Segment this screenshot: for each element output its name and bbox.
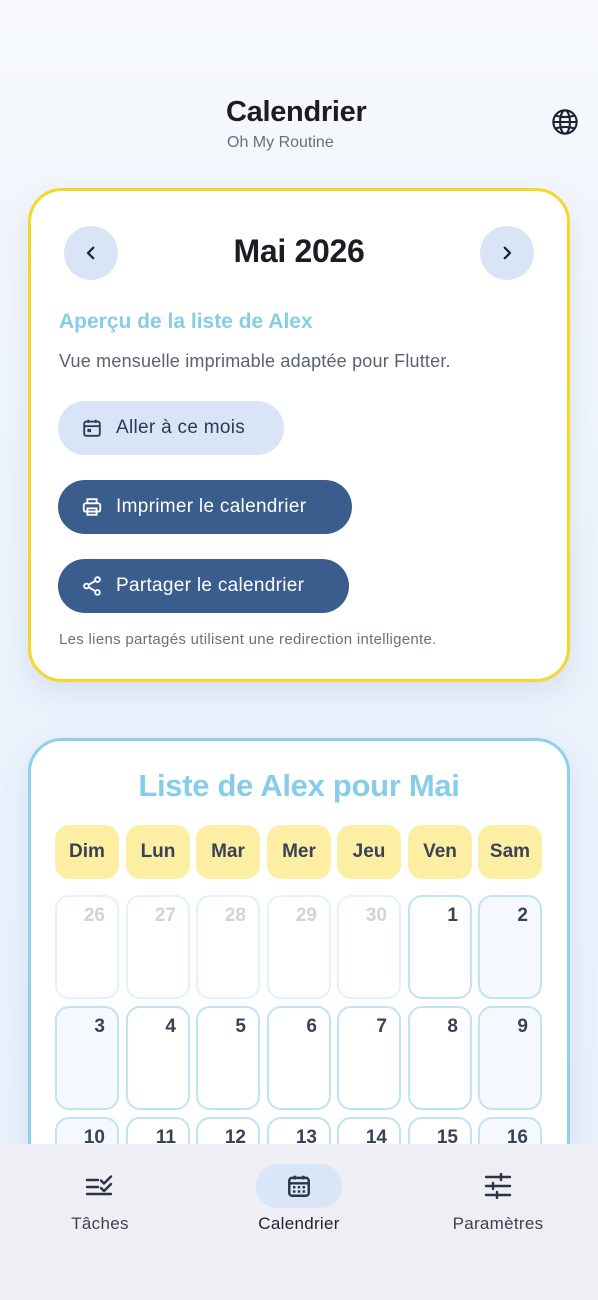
task-list-icon	[85, 1175, 113, 1196]
bottom-navigation: Tâches Calendrier Paramètres	[0, 1144, 598, 1300]
day-number: 27	[154, 905, 176, 926]
day-number: 8	[447, 1016, 458, 1037]
day-number: 9	[517, 1016, 528, 1037]
globe-icon	[552, 109, 578, 135]
print-calendar-label: Imprimer le calendrier	[116, 496, 307, 517]
preview-description: Vue mensuelle imprimable adaptée pour Fl…	[59, 351, 451, 371]
go-to-month-button[interactable]: Aller à ce mois	[58, 401, 284, 455]
day-number: 7	[376, 1016, 387, 1037]
day-cell[interactable]: 29	[267, 895, 331, 999]
month-card: Mai 2026 Aperçu de la liste de Alex Vue …	[28, 188, 570, 682]
share-icon	[80, 574, 104, 598]
day-number: 1	[447, 905, 458, 926]
day-cell[interactable]: 7	[337, 1006, 401, 1110]
day-cell[interactable]: 30	[337, 895, 401, 999]
day-number: 6	[306, 1016, 317, 1037]
day-cell[interactable]: 1	[408, 895, 472, 999]
nav-label-settings: Paramètres	[452, 1214, 544, 1233]
day-cell[interactable]: 28	[196, 895, 260, 999]
page-title: Calendrier	[226, 96, 367, 128]
weekday-header: Ven	[408, 825, 472, 879]
nav-pill	[256, 1164, 342, 1208]
share-note: Les liens partagés utilisent une redirec…	[59, 631, 437, 648]
calendar-icon	[80, 416, 104, 440]
day-number: 26	[83, 905, 105, 926]
app-header: Calendrier Oh My Routine	[0, 94, 598, 164]
weekday-header: Dim	[55, 825, 119, 879]
calendar-title: Liste de Alex pour Mai	[138, 768, 460, 803]
day-number: 28	[224, 905, 246, 926]
day-number: 2	[517, 905, 528, 926]
sliders-icon	[484, 1173, 512, 1199]
day-cell[interactable]: 9	[478, 1006, 542, 1110]
day-cell[interactable]: 26	[55, 895, 119, 999]
day-cell[interactable]: 5	[196, 1006, 260, 1110]
calendar-icon	[288, 1175, 310, 1197]
nav-label-tasks: Tâches	[71, 1214, 129, 1233]
day-cell[interactable]: 4	[126, 1006, 190, 1110]
app-subtitle: Oh My Routine	[227, 134, 334, 151]
go-to-month-label: Aller à ce mois	[116, 417, 246, 438]
nav-item-settings[interactable]: Paramètres	[398, 1164, 598, 1244]
day-cell[interactable]: 2	[478, 895, 542, 999]
weekday-header: Sam	[478, 825, 542, 879]
share-calendar-button[interactable]: Partager le calendrier	[58, 559, 349, 613]
day-number: 4	[165, 1016, 176, 1037]
day-number: 29	[295, 905, 317, 926]
preview-title: Aperçu de la liste de Alex	[59, 310, 313, 333]
print-calendar-button[interactable]: Imprimer le calendrier	[58, 480, 352, 534]
day-cell[interactable]: 6	[267, 1006, 331, 1110]
weekday-header: Mar	[196, 825, 260, 879]
language-button[interactable]	[549, 106, 581, 138]
nav-item-tasks[interactable]: Tâches	[0, 1164, 200, 1244]
day-cell[interactable]: 8	[408, 1006, 472, 1110]
share-calendar-label: Partager le calendrier	[116, 575, 305, 596]
nav-pill	[455, 1164, 541, 1208]
weekday-header: Jeu	[337, 825, 401, 879]
nav-label-calendar: Calendrier	[258, 1214, 340, 1233]
weekday-header: Lun	[126, 825, 190, 879]
weekday-header: Mer	[267, 825, 331, 879]
day-number: 30	[365, 905, 387, 926]
day-cell[interactable]: 3	[55, 1006, 119, 1110]
nav-pill	[57, 1164, 143, 1208]
day-number: 3	[94, 1016, 105, 1037]
day-number: 5	[235, 1016, 246, 1037]
nav-item-calendar[interactable]: Calendrier	[199, 1164, 399, 1244]
chevron-right-icon	[503, 246, 512, 260]
printer-icon	[80, 495, 104, 519]
day-cell[interactable]: 27	[126, 895, 190, 999]
next-month-button[interactable]	[480, 226, 534, 280]
